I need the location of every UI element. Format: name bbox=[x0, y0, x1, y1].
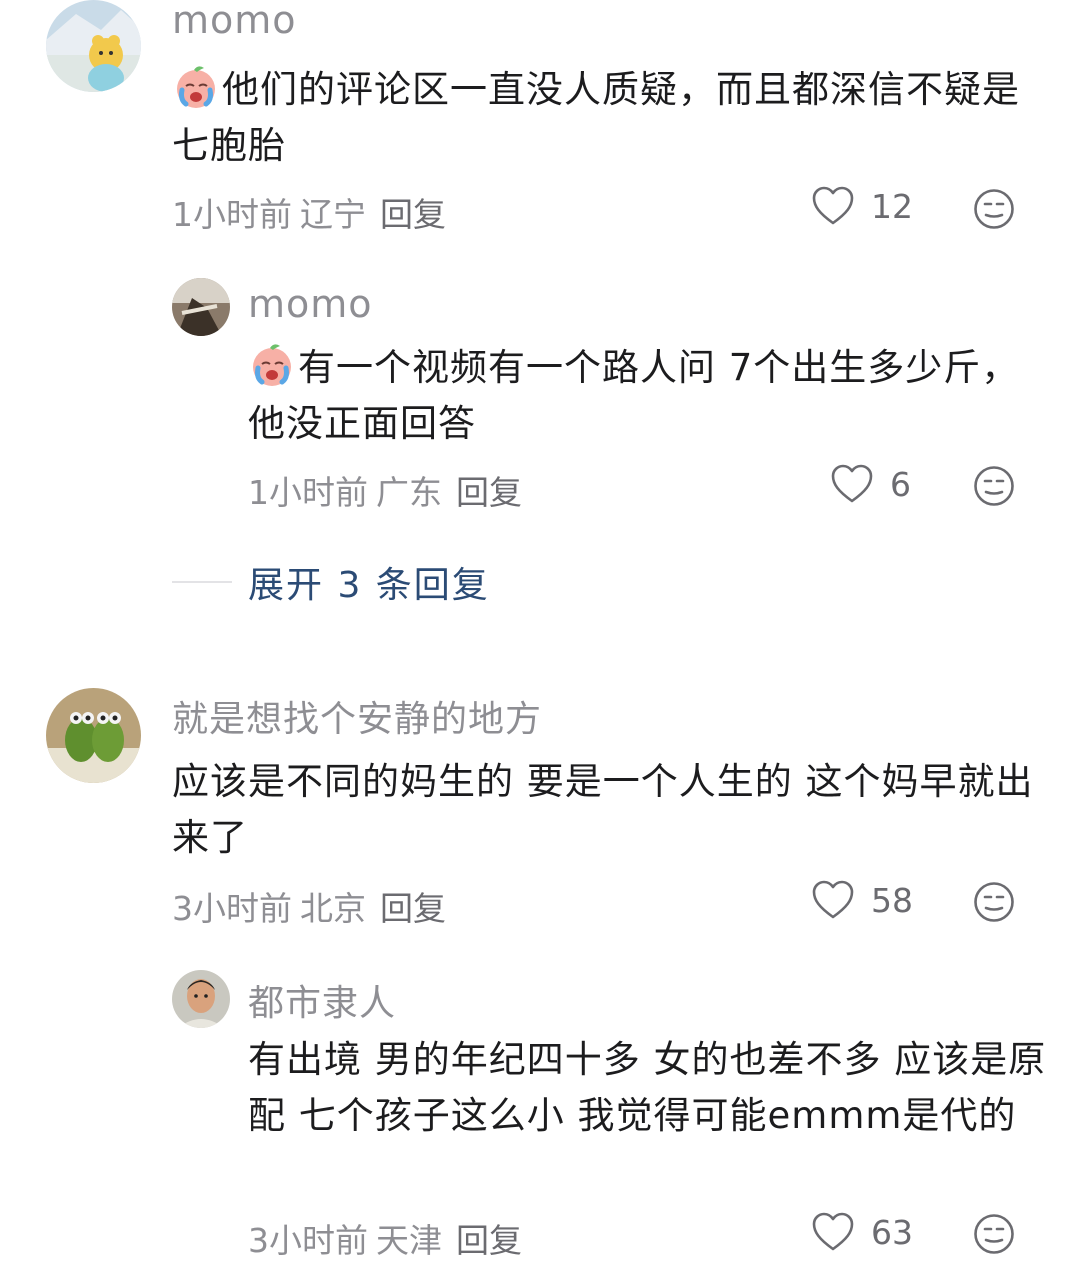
comment-text: 他们的评论区一直没人质疑，而且都深信不疑是七胞胎 bbox=[172, 62, 1032, 174]
heart-icon bbox=[812, 880, 854, 919]
dislike-button[interactable] bbox=[973, 465, 1015, 511]
reply-button[interactable]: 回复 bbox=[380, 889, 446, 928]
username[interactable]: 就是想找个安静的地方 bbox=[172, 690, 542, 742]
comment-meta: 3小时前 天津 回复 bbox=[248, 1214, 522, 1262]
reply-button[interactable]: 回复 bbox=[456, 1221, 522, 1260]
neutral-face-icon bbox=[974, 189, 1014, 229]
avatar[interactable] bbox=[46, 0, 141, 92]
username[interactable]: momo bbox=[248, 282, 373, 326]
comment-text-content: 他们的评论区一直没人质疑，而且都深信不疑是七胞胎 bbox=[172, 68, 1020, 167]
comment-text-content: 应该是不同的妈生的 要是一个人生的 这个妈早就出来了 bbox=[172, 760, 1034, 859]
comment-text-content: 有一个视频有一个路人问 7个出生多少斤，他没正面回答 bbox=[248, 346, 1020, 445]
neutral-face-icon bbox=[974, 1214, 1014, 1254]
reply-button[interactable]: 回复 bbox=[456, 473, 522, 512]
location: 天津 bbox=[376, 1221, 442, 1260]
heart-icon bbox=[831, 464, 873, 503]
like-button[interactable]: 63 bbox=[811, 1212, 913, 1252]
comment-meta: 1小时前 广东 回复 bbox=[248, 466, 522, 514]
reply-button[interactable]: 回复 bbox=[380, 195, 446, 234]
divider bbox=[172, 581, 232, 583]
heart-icon bbox=[812, 1212, 854, 1251]
avatar[interactable] bbox=[46, 688, 141, 783]
neutral-face-icon bbox=[974, 466, 1014, 506]
avatar[interactable] bbox=[172, 278, 230, 336]
location: 广东 bbox=[376, 473, 442, 512]
username[interactable]: 都市隶人 bbox=[248, 974, 396, 1026]
expand-replies-button[interactable]: 展开 3 条回复 bbox=[172, 556, 490, 608]
heart-icon bbox=[812, 186, 854, 225]
comment-text-content: 有出境 男的年纪四十多 女的也差不多 应该是原配 七个孩子这么小 我觉得可能em… bbox=[248, 1038, 1047, 1137]
username[interactable]: momo bbox=[172, 0, 297, 42]
time: 3小时前 bbox=[248, 1221, 368, 1260]
comment-text: 应该是不同的妈生的 要是一个人生的 这个妈早就出来了 bbox=[172, 754, 1042, 866]
like-button[interactable]: 12 bbox=[811, 186, 913, 226]
like-count: 12 bbox=[871, 186, 913, 226]
comment-text: 有出境 男的年纪四十多 女的也差不多 应该是原配 七个孩子这么小 我觉得可能em… bbox=[248, 1032, 1048, 1144]
comment-meta: 3小时前 北京 回复 bbox=[172, 882, 446, 930]
comment-text: 有一个视频有一个路人问 7个出生多少斤，他没正面回答 bbox=[248, 340, 1038, 452]
time: 3小时前 bbox=[172, 889, 292, 928]
dislike-button[interactable] bbox=[973, 188, 1015, 234]
dislike-button[interactable] bbox=[973, 1213, 1015, 1259]
like-button[interactable]: 6 bbox=[830, 464, 911, 504]
crying-peach-emoji bbox=[253, 344, 291, 386]
expand-replies-label: 展开 3 条回复 bbox=[248, 565, 490, 606]
avatar[interactable] bbox=[172, 970, 230, 1028]
time: 1小时前 bbox=[172, 195, 292, 234]
location: 北京 bbox=[300, 889, 366, 928]
dislike-button[interactable] bbox=[973, 881, 1015, 927]
time: 1小时前 bbox=[248, 473, 368, 512]
neutral-face-icon bbox=[974, 882, 1014, 922]
like-count: 6 bbox=[890, 464, 911, 504]
location: 辽宁 bbox=[300, 195, 366, 234]
like-button[interactable]: 58 bbox=[811, 880, 913, 920]
comment-meta: 1小时前 辽宁 回复 bbox=[172, 188, 446, 236]
crying-peach-emoji bbox=[177, 66, 215, 108]
like-count: 63 bbox=[871, 1212, 913, 1252]
like-count: 58 bbox=[871, 880, 913, 920]
